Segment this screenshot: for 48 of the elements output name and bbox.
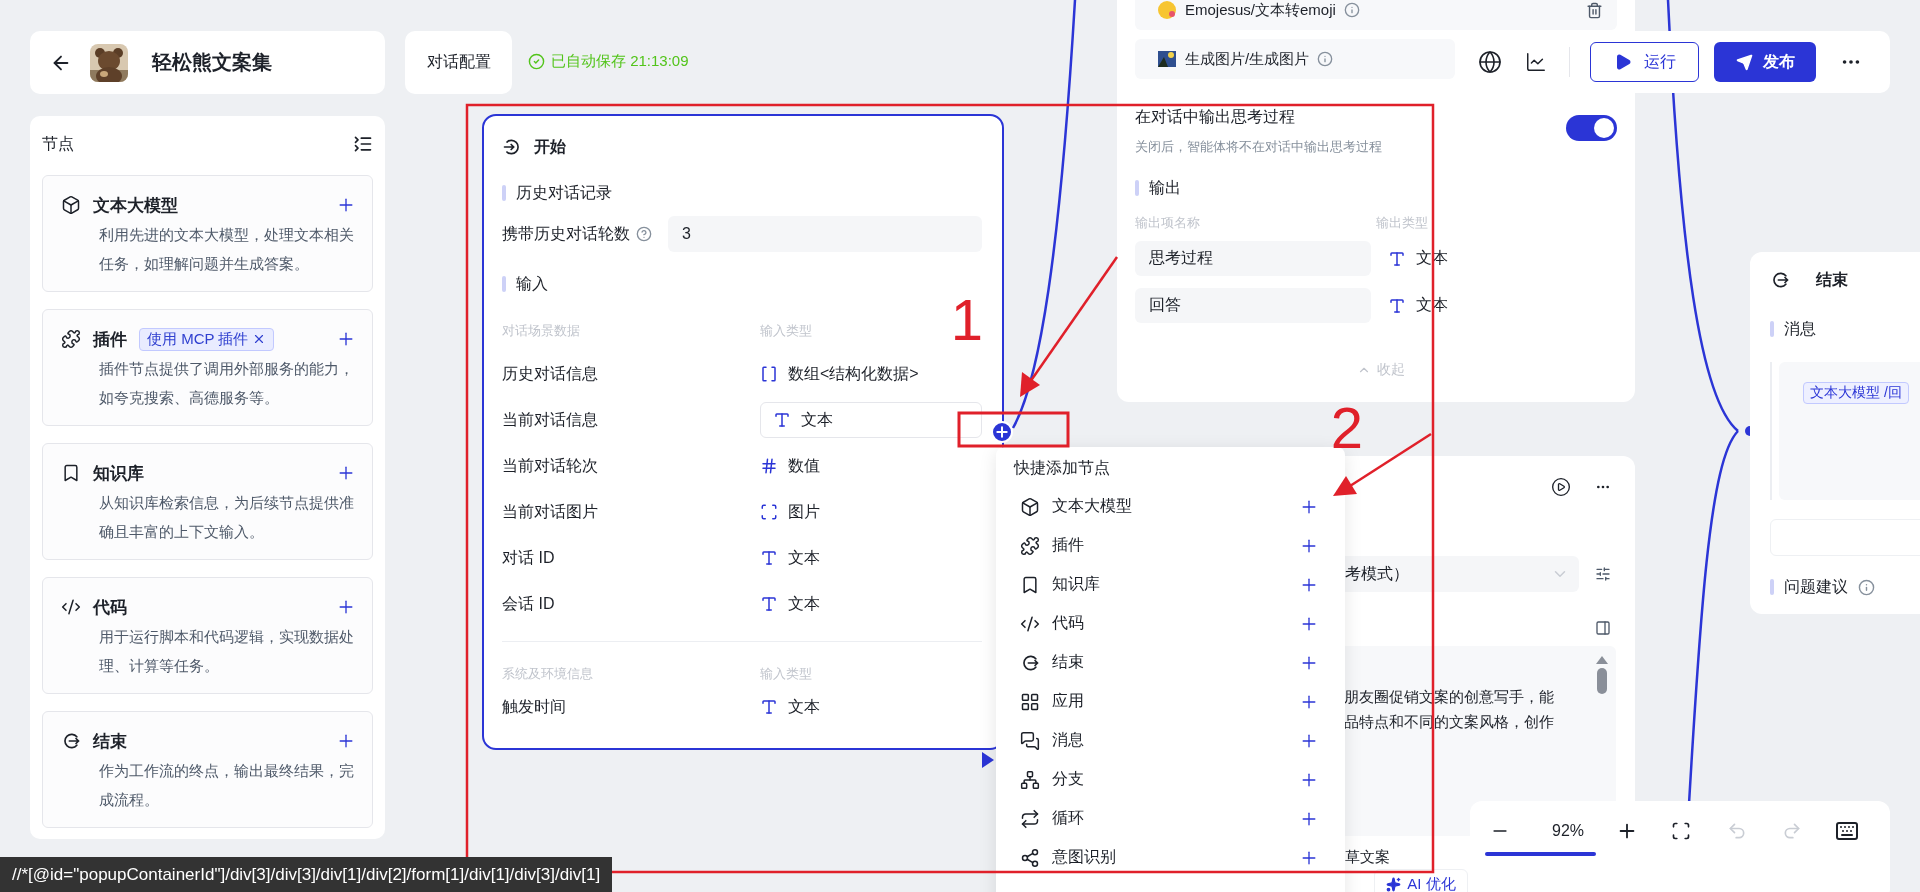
column-header: 输出项名称 — [1135, 214, 1201, 232]
app-title: 轻松熊文案集 — [152, 50, 272, 75]
autosave-status: 已自动保存 21:13:09 — [551, 52, 689, 71]
column-header: 输入类型 — [760, 322, 812, 340]
column-header: 输出类型 — [1376, 214, 1428, 232]
node-title: 代码 — [93, 596, 127, 619]
input-type: 数值 — [788, 455, 820, 476]
column-header: 对话场景数据 — [502, 322, 581, 340]
input-name: 会话 ID — [502, 593, 556, 614]
section-title: 问题建议 — [1784, 576, 1848, 597]
input-name: 当前对话图片 — [502, 501, 599, 522]
input-name: 历史对话信息 — [502, 363, 599, 384]
node-title: 结束 — [93, 730, 127, 753]
sidebar-title: 节点 — [42, 133, 74, 154]
column-header: 系统及环境信息 — [502, 665, 594, 683]
field-label: 携带历史对话轮数 — [502, 223, 630, 244]
node-title: 知识库 — [93, 462, 144, 485]
setting-title: 在对话中输出思考过程 — [1135, 107, 1296, 127]
input-name: 当前对话轮次 — [502, 455, 599, 476]
input-type: 文本 — [788, 696, 820, 717]
input-type: 文本 — [788, 547, 820, 568]
input-type: 文本 — [788, 593, 820, 614]
node-title: 结束 — [1816, 269, 1848, 290]
column-header: 输入类型 — [760, 665, 812, 683]
input-name: 触发时间 — [502, 696, 567, 717]
xpath-tooltip: //*[@id="popupContainerId"]/div[3]/div[3]/div[1]/div[2]/form[1]/div[1]/div[3]/div[1] — [0, 857, 613, 892]
node-description: 插件节点提供了调用外部服务的能力，如夸克搜索、高德服务等。 — [98, 359, 355, 408]
node-description: 用于运行脚本和代码逻辑，实现数据处理、计算等任务。 — [98, 627, 355, 676]
node-title: 文本大模型 — [93, 194, 178, 217]
node-title: 开始 — [534, 136, 566, 157]
input-type: 数组<结构化数据> — [788, 363, 919, 384]
plugin-name: Emojesus/文本转emoji — [1185, 0, 1336, 20]
menu-title: 快捷添加节点 — [1012, 458, 1111, 478]
plugin-name: 生成图片/生成图片 — [1185, 49, 1310, 69]
input-name: 对话 ID — [502, 547, 556, 568]
node-title: 插件 — [93, 328, 127, 351]
input-name: 当前对话信息 — [502, 409, 599, 430]
section-title: 输入 — [516, 273, 548, 294]
node-description: 从知识库检索信息，为后续节点提供准确且丰富的上下文输入。 — [98, 493, 355, 542]
node-description: 利用先进的文本大模型，处理文本相关任务，如理解问题并生成答案。 — [98, 225, 355, 274]
section-title: 消息 — [1784, 318, 1816, 339]
node-description: 作为工作流的终点，输出最终结果，完成流程。 — [98, 761, 355, 810]
section-title: 历史对话记录 — [516, 182, 612, 203]
setting-description: 关闭后，智能体将不在对话中输出思考过程 — [1135, 138, 1382, 156]
input-type: 图片 — [788, 501, 820, 522]
section-title: 输出 — [1149, 177, 1181, 198]
annotation-number: 1 — [950, 287, 984, 352]
prompt-text: 草文案 — [1345, 848, 1390, 867]
